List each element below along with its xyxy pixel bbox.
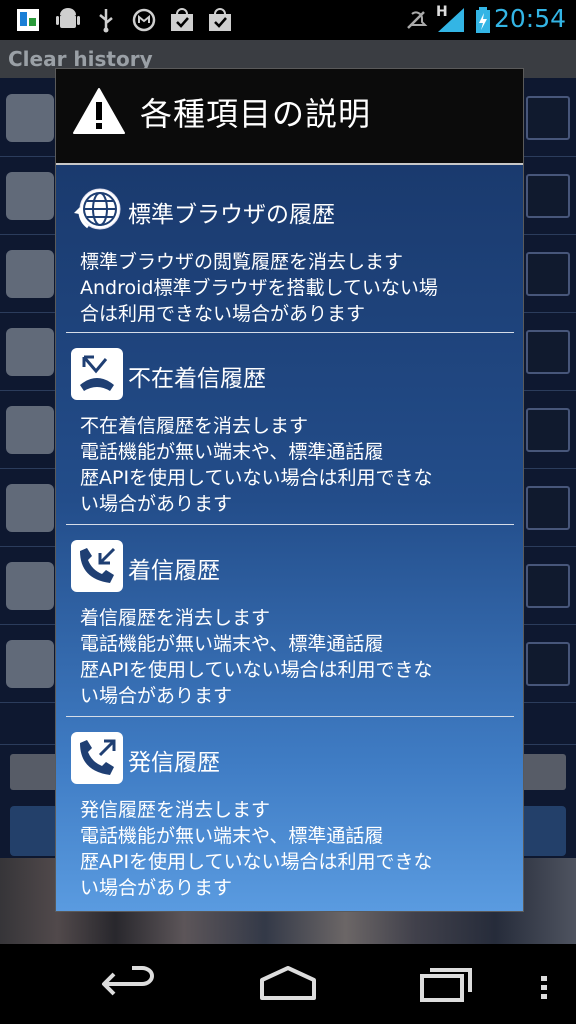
description-line: い場合があります — [80, 877, 233, 899]
item-description: 着信履歴を消去します 電話機能が無い端末や、標準通話履 歴APIを使用していない… — [80, 605, 510, 709]
description-line: Android標準ブラウザを搭載していない場 — [80, 277, 438, 299]
bg-checkbox — [526, 174, 570, 218]
bg-item-icon — [6, 484, 54, 532]
dialog-body[interactable]: 標準ブラウザの履歴 標準ブラウザの閲覧履歴を消去します Android標準ブラウ… — [56, 165, 523, 911]
description-line: 着信履歴を消去します — [80, 607, 271, 629]
shopping-bag-check-icon — [171, 8, 193, 31]
signal-icon — [438, 8, 464, 32]
item-title: 標準ブラウザの履歴 — [128, 202, 335, 228]
navigation-bar — [0, 944, 576, 1024]
missed-call-icon — [71, 348, 123, 400]
recent-apps-icon[interactable] — [416, 962, 480, 1006]
item-divider — [66, 332, 514, 333]
item-title: 着信履歴 — [128, 558, 220, 584]
list-item-outgoing-call-history: 発信履歴 発信履歴を消去します 電話機能が無い端末や、標準通話履 歴APIを使用… — [66, 721, 514, 911]
description-line: 歴APIを使用していない場合は利用できな — [80, 659, 433, 681]
description-line: 歴APIを使用していない場合は利用できな — [80, 467, 433, 489]
item-description: 不在着信履歴を消去します 電話機能が無い端末や、標準通話履 歴APIを使用してい… — [80, 413, 510, 517]
description-line: 電話機能が無い端末や、標準通話履 — [80, 441, 384, 463]
description-line: 歴APIを使用していない場合は利用できな — [80, 851, 433, 873]
bg-item-icon — [6, 172, 54, 220]
usb-icon — [99, 9, 113, 33]
description-line: 電話機能が無い端末や、標準通話履 — [80, 633, 384, 655]
bg-checkbox — [526, 252, 570, 296]
bg-checkbox — [526, 96, 570, 140]
item-divider — [66, 524, 514, 525]
item-divider — [66, 716, 514, 717]
dialog-header: 各種項目の説明 — [56, 69, 523, 165]
description-line: 発信履歴を消去します — [80, 799, 271, 821]
dialog-title: 各種項目の説明 — [140, 95, 372, 133]
bg-item-icon — [6, 328, 54, 376]
bg-item-icon — [6, 250, 54, 298]
description-line: 電話機能が無い端末や、標準通話履 — [80, 825, 384, 847]
description-line: い場合があります — [80, 493, 233, 515]
bg-item-icon — [6, 94, 54, 142]
outgoing-call-icon — [71, 732, 123, 784]
item-title: 発信履歴 — [128, 750, 220, 776]
bg-checkbox — [526, 642, 570, 686]
bg-item-icon — [6, 640, 54, 688]
overflow-menu-icon[interactable] — [538, 974, 550, 1002]
bg-checkbox — [526, 564, 570, 608]
globe-refresh-icon — [74, 188, 121, 230]
bg-checkbox — [526, 408, 570, 452]
battery-charging-icon — [476, 7, 490, 33]
shopping-bag-check-icon-2 — [209, 8, 231, 31]
list-item-missed-call-history: 不在着信履歴 不在着信履歴を消去します 電話機能が無い端末や、標準通話履 歴AP… — [66, 337, 514, 527]
description-line: 不在着信履歴を消去します — [80, 415, 309, 437]
bg-item-icon — [6, 562, 54, 610]
description-line: 合は利用できない場合があります — [80, 303, 366, 325]
item-title: 不在着信履歴 — [128, 366, 266, 392]
messenger-icon — [132, 8, 156, 32]
description-line: い場合があります — [80, 685, 233, 707]
status-bar: H 20:54 — [0, 0, 576, 40]
info-dialog: 各種項目の説明 標準ブラウザの履歴 標準ブラウザの閲覧履歴を消去します Andr… — [55, 68, 524, 912]
warning-icon — [73, 88, 125, 134]
bg-checkbox — [526, 486, 570, 530]
item-description: 発信履歴を消去します 電話機能が無い端末や、標準通話履 歴APIを使用していない… — [80, 797, 510, 901]
list-item-browser-history: 標準ブラウザの履歴 標準ブラウザの閲覧履歴を消去します Android標準ブラウ… — [66, 173, 514, 333]
description-line: 標準ブラウザの閲覧履歴を消去します — [80, 251, 404, 273]
bg-item-icon — [6, 406, 54, 454]
incoming-call-icon — [71, 540, 123, 592]
mute-icon — [407, 11, 428, 29]
app-notification-icon — [17, 9, 39, 31]
item-description: 標準ブラウザの閲覧履歴を消去します Android標準ブラウザを搭載していない場… — [80, 249, 510, 327]
list-item-incoming-call-history: 着信履歴 着信履歴を消去します 電話機能が無い端末や、標準通話履 歴APIを使用… — [66, 529, 514, 719]
clock: 20:54 — [493, 4, 566, 33]
home-icon[interactable] — [256, 962, 320, 1006]
bg-checkbox — [526, 330, 570, 374]
android-debug-icon — [56, 8, 80, 28]
back-icon[interactable] — [96, 962, 160, 1006]
